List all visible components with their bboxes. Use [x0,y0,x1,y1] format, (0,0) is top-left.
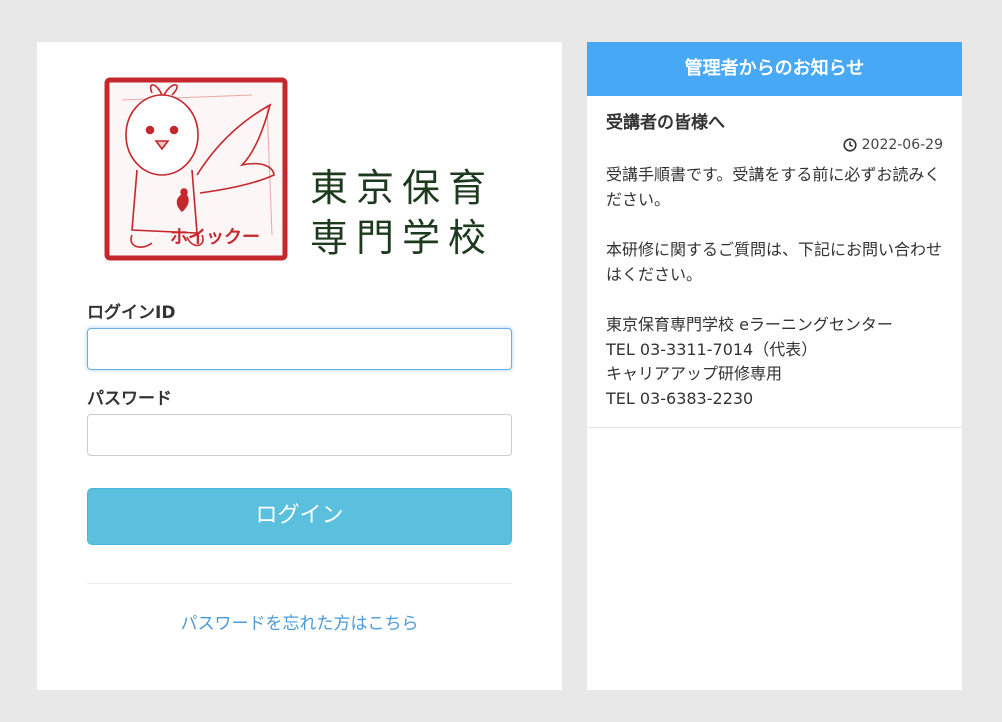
login-button[interactable]: ログイン [87,488,512,545]
mascot-name: ホイックー [170,227,260,248]
notice-contact-line-3: キャリアアップ研修専用 [606,364,783,383]
school-name-line1: 東京保育 [310,166,494,210]
password-label: パスワード [87,389,172,409]
notice-paragraph-1: 受講手順書です。受講をする前に必ずお読みください。 [606,165,941,209]
notice-contact-line-2: TEL 03-3311-7014（代表） [606,339,818,359]
login-id-label: ログインID [87,303,176,323]
notice-paragraph-2: 本研修に関するご質問は、下記にお問い合わせはください。 [606,240,943,284]
notice-header: 管理者からのお知らせ [587,42,962,96]
login-page: ホイックー 東京保育 専門学校 ログインID パスワード ログイン パスワードを… [0,0,1002,722]
notice-date: 2022-06-29 [843,137,943,153]
clock-icon [843,138,857,152]
forgot-password-link[interactable]: パスワードを忘れた方はこちら [87,609,512,634]
school-name-line2: 専門学校 [310,216,494,260]
login-id-input[interactable] [87,328,512,370]
school-logo: ホイックー 東京保育 専門学校 [104,77,494,261]
login-divider [87,583,512,584]
notice-contact-line-1: 東京保育専門学校 eラーニングセンター [606,315,893,334]
notice-separator [587,427,962,428]
password-input[interactable] [87,414,512,456]
notice-body: 受講手順書です。受講をする前に必ずお読みください。 本研修に関するご質問は、下記… [606,163,946,411]
notice-date-text: 2022-06-29 [861,137,943,153]
notice-title: 受講者の皆様へ [606,113,725,133]
notice-contact-line-4: TEL 03-6383-2230 [606,388,754,408]
